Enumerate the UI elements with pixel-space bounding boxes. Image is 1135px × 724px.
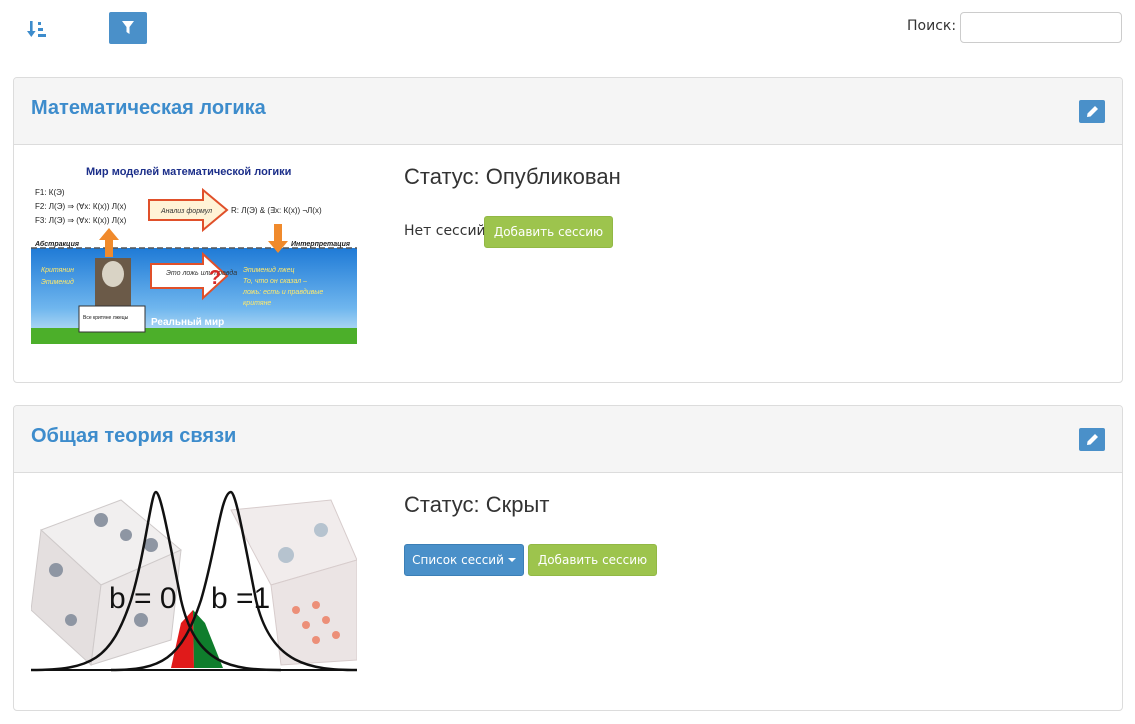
no-sessions-text: Нет сессий	[404, 223, 486, 239]
image-name: Эпименид	[41, 278, 74, 286]
course-title[interactable]: Общая теория связи	[31, 425, 236, 448]
dice-gaussian-illustration: b = 0 b =1	[31, 490, 357, 672]
pencil-icon	[1086, 434, 1098, 445]
card-header: Общая теория связи	[14, 406, 1122, 473]
image-text: То, что он сказал –	[243, 278, 307, 285]
sign-text: Все критяне лжецы	[83, 315, 129, 321]
abstraction-label: Абстракция	[34, 240, 79, 248]
card-header: Математическая логика	[14, 78, 1122, 145]
image-name: Критянин	[41, 267, 74, 274]
course-image: Мир моделей математической логики F1: К(…	[31, 162, 357, 344]
course-title[interactable]: Математическая логика	[31, 97, 266, 120]
filter-button[interactable]	[109, 12, 147, 44]
formula-line: F1: К(Э)	[35, 188, 65, 197]
status-text: Статус: Скрыт	[404, 492, 550, 517]
caret-down-icon	[507, 558, 516, 562]
add-session-button[interactable]: Добавить сессию	[484, 216, 613, 248]
image-heading: Мир моделей математической логики	[86, 166, 291, 178]
interpretation-label: Интерпретация	[291, 241, 350, 248]
image-text: критяне	[243, 300, 271, 307]
toolbar: Поиск:	[0, 0, 1135, 60]
image-text: ложь: есть и правдивые	[242, 288, 323, 296]
status-text: Статус: Опубликован	[404, 164, 621, 189]
course-image: b = 0 b =1	[31, 490, 357, 672]
search-input[interactable]	[960, 12, 1122, 43]
arrow-label: Анализ формул	[160, 208, 212, 215]
result-formula: R: Л(Э) & (∃x: К(x)) ¬Л(x)	[231, 206, 322, 215]
pencil-icon	[1086, 106, 1098, 117]
question-mark-icon: ?	[209, 267, 221, 289]
add-session-button[interactable]: Добавить сессию	[528, 544, 657, 576]
math-logic-illustration: Мир моделей математической логики F1: К(…	[31, 162, 357, 344]
curve-label-right: b =1	[211, 582, 270, 615]
search-label: Поиск:	[907, 18, 957, 34]
image-text: Эпименид лжец	[243, 266, 295, 274]
filter-icon	[122, 21, 134, 34]
real-world-label: Реальный мир	[151, 317, 224, 328]
sort-button[interactable]	[20, 12, 54, 46]
course-card: Математическая логика Мир моделей матема…	[13, 77, 1123, 383]
formula-line: F2: Л(Э) ⇒ (∀x: К(x)) Л(x)	[35, 202, 127, 211]
question-label: Это ложь или правда	[166, 269, 237, 277]
formula-line: F3: Л(Э) ⇒ (∀x: К(x)) Л(x)	[35, 216, 127, 225]
curve-label-left: b = 0	[109, 582, 177, 615]
session-list-dropdown[interactable]: Список сессий	[404, 544, 524, 576]
sort-amount-desc-icon	[27, 21, 46, 37]
edit-button[interactable]	[1079, 100, 1105, 123]
course-card: Общая теория связи b = 0 b =1 Статус: Ск…	[13, 405, 1123, 711]
session-list-label: Список сессий	[412, 553, 504, 567]
edit-button[interactable]	[1079, 428, 1105, 451]
